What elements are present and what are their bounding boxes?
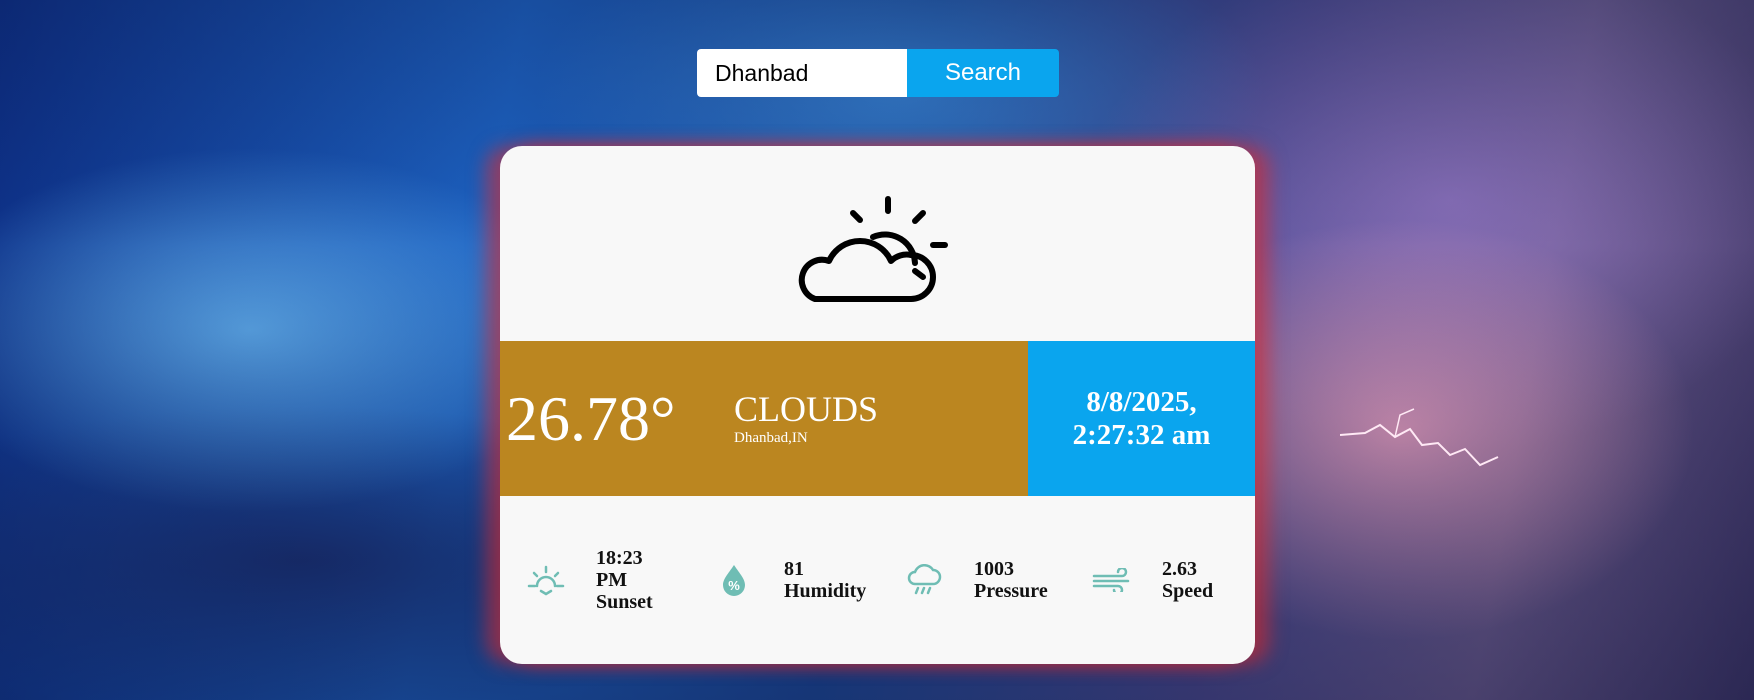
weather-condition: CLOUDS [734,389,879,429]
humidity-value: 81 [784,558,804,580]
wind-speed-value: 2.63 [1162,558,1197,580]
city-search-input[interactable] [697,49,907,97]
pressure-label: Pressure [974,580,1048,602]
sunset-icon [526,560,566,600]
date-time-panel: 8/8/2025, 2:27:32 am [1028,341,1255,496]
temperature-value: 26.78° [506,383,676,454]
sunset-value: 18:23 PM [596,547,643,591]
location-label: Dhanbad,IN [734,430,808,446]
wind-icon [1092,560,1132,600]
stat-pressure: 1003 Pressure [904,496,1048,664]
weather-icon-area [500,146,1255,341]
pressure-icon [904,560,944,600]
stat-humidity: % 81 Humidity [714,496,866,664]
svg-text:%: % [728,578,740,593]
stat-text: 81 Humidity [784,558,866,602]
weather-stats: 18:23 PM Sunset % 81 Humidity 1003 Press… [500,496,1255,664]
partly-cloudy-icon [798,195,948,302]
humidity-icon: % [714,560,754,600]
humidity-label: Humidity [784,580,867,602]
date-label: 8/8/2025, [1086,385,1197,418]
pressure-value: 1003 [974,558,1014,580]
stat-wind: 2.63 Speed [1092,496,1213,664]
wind-speed-label: Speed [1162,580,1214,602]
time-label: 2:27:32 am [1072,418,1211,451]
lightning-bolt-icon [1340,408,1499,467]
stat-text: 18:23 PM Sunset [596,547,653,613]
search-bar: Search [697,49,1059,97]
sunset-label: Sunset [596,591,653,613]
stat-text: 2.63 Speed [1162,558,1213,602]
search-button[interactable]: Search [907,49,1059,97]
stat-sunset: 18:23 PM Sunset [526,496,653,664]
temperature-panel: 26.78° CLOUDS Dhanbad,IN [500,341,1028,496]
weather-card: 26.78° CLOUDS Dhanbad,IN 8/8/2025, 2:27:… [500,146,1255,664]
stat-text: 1003 Pressure [974,558,1048,602]
